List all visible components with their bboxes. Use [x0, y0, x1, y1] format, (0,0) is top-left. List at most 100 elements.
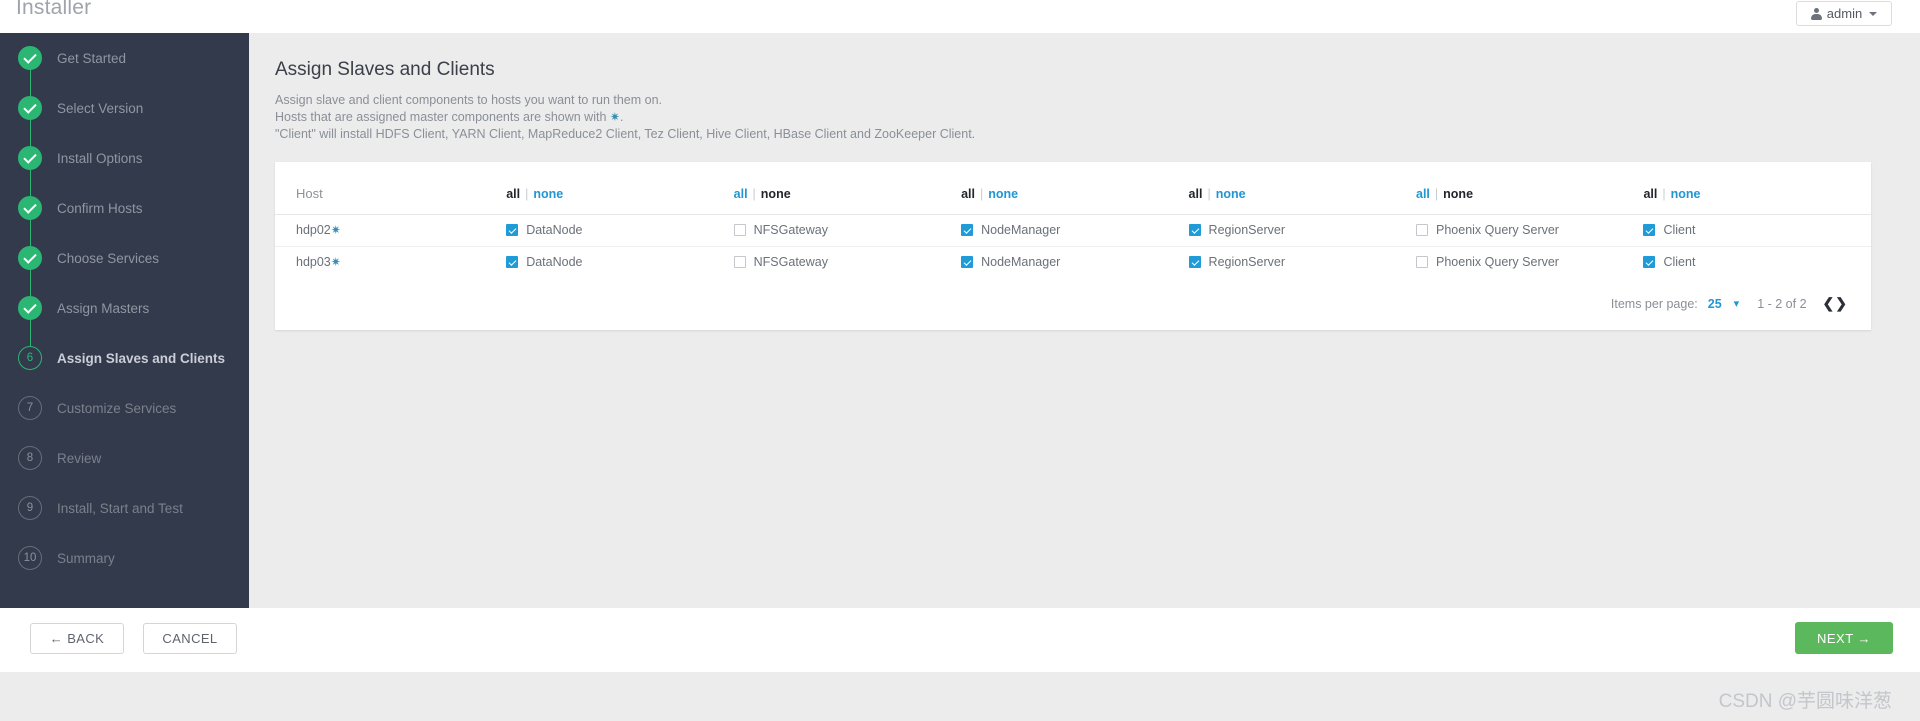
- checkbox-checked-icon[interactable]: [1188, 224, 1201, 236]
- pagination-arrows: ❮ ❯: [1823, 295, 1847, 312]
- host-name: hdp03: [296, 255, 331, 269]
- column-header-group: all | none: [1188, 162, 1416, 215]
- sidebar-step-assign-masters[interactable]: Assign Masters: [0, 283, 249, 346]
- sidebar-step-install-start-and-test[interactable]: 9 Install, Start and Test: [0, 483, 249, 533]
- step-number-badge: 7: [18, 396, 42, 420]
- sidebar-step-choose-services[interactable]: Choose Services: [0, 233, 249, 296]
- component-toggle[interactable]: NFSGateway: [733, 255, 961, 269]
- component-toggle[interactable]: RegionServer: [1188, 255, 1416, 269]
- check-glyph: [23, 199, 37, 214]
- step-check-icon: [18, 146, 42, 170]
- select-none-link[interactable]: none: [988, 187, 1018, 201]
- step-connector: [29, 170, 31, 196]
- component-toggle[interactable]: Client: [1643, 223, 1871, 237]
- sidebar-step-customize-services[interactable]: 7 Customize Services: [0, 383, 249, 433]
- component-toggle[interactable]: NFSGateway: [733, 223, 961, 237]
- component-label: DataNode: [526, 255, 583, 269]
- component-cell: DataNode: [506, 214, 733, 246]
- previous-page-icon[interactable]: ❮: [1823, 295, 1835, 312]
- page-title: Assign Slaves and Clients: [275, 59, 495, 80]
- description-line-1: Assign slave and client components to ho…: [275, 93, 663, 107]
- sidebar-step-install-options[interactable]: Install Options: [0, 133, 249, 196]
- check-glyph: [23, 149, 37, 164]
- chevron-down-icon[interactable]: ▾: [1734, 297, 1740, 310]
- all-none-toggle[interactable]: all | none: [734, 187, 791, 201]
- step-check-icon: [18, 296, 42, 320]
- all-none-toggle[interactable]: all | none: [961, 187, 1018, 201]
- column-header-group: all | none: [1416, 162, 1644, 215]
- sidebar-step-label: Assign Slaves and Clients: [57, 350, 226, 366]
- wizard-sidebar: Get Started Select Version Install Options…: [0, 33, 249, 608]
- sidebar-step-review[interactable]: 8 Review: [0, 433, 249, 483]
- component-toggle[interactable]: NodeManager: [961, 255, 1188, 269]
- check-glyph: [23, 99, 37, 114]
- select-none-link[interactable]: none: [1216, 187, 1246, 201]
- select-all-link[interactable]: all: [1189, 187, 1203, 201]
- component-toggle[interactable]: DataNode: [506, 255, 733, 269]
- step-number-badge: 8: [18, 446, 42, 470]
- check-glyph: [23, 299, 37, 314]
- component-cell: Phoenix Query Server: [1416, 246, 1643, 278]
- select-all-link[interactable]: all: [961, 187, 975, 201]
- component-cell: NFSGateway: [733, 214, 961, 246]
- checkbox-checked-icon[interactable]: [506, 224, 519, 236]
- component-cell: NFSGateway: [733, 246, 961, 278]
- checkbox-unchecked-icon[interactable]: [1416, 256, 1428, 268]
- component-toggle[interactable]: NodeManager: [961, 223, 1188, 237]
- select-all-link[interactable]: all: [1416, 187, 1430, 201]
- cancel-button[interactable]: CANCEL: [143, 623, 237, 654]
- step-number-badge: 10: [18, 546, 42, 570]
- all-none-toggle[interactable]: all | none: [1643, 187, 1700, 201]
- component-cell: NodeManager: [961, 214, 1188, 246]
- next-page-icon[interactable]: ❯: [1835, 295, 1847, 312]
- component-label: RegionServer: [1208, 223, 1285, 237]
- component-toggle[interactable]: Client: [1643, 255, 1871, 269]
- master-marker-icon: ✷: [330, 255, 341, 269]
- all-none-toggle[interactable]: all | none: [1416, 187, 1473, 201]
- component-label: Phoenix Query Server: [1436, 255, 1559, 269]
- master-marker-icon: ✷: [609, 110, 620, 124]
- host-assignment-table: Host all | none all | none all | none all | none…: [275, 162, 1871, 278]
- sidebar-step-confirm-hosts[interactable]: Confirm Hosts: [0, 183, 249, 246]
- component-toggle[interactable]: RegionServer: [1188, 223, 1416, 237]
- host-cell: hdp02✷: [275, 214, 506, 246]
- step-connector: [29, 270, 31, 296]
- checkbox-checked-icon[interactable]: [506, 256, 519, 268]
- all-none-separator: |: [752, 186, 756, 201]
- all-none-toggle[interactable]: all | none: [506, 187, 563, 201]
- select-all-link[interactable]: all: [506, 187, 520, 201]
- checkbox-checked-icon[interactable]: [1643, 224, 1656, 236]
- all-none-toggle[interactable]: all | none: [1189, 187, 1246, 201]
- checkbox-checked-icon[interactable]: [1188, 256, 1201, 268]
- component-toggle[interactable]: Phoenix Query Server: [1416, 255, 1643, 269]
- admin-menu-button[interactable]: admin: [1796, 1, 1892, 26]
- sidebar-step-assign-slaves-and-clients[interactable]: 6 Assign Slaves and Clients: [0, 333, 249, 383]
- pagination-bar: Items per page: 25 ▾ 1 - 2 of 2 ❮ ❯: [275, 278, 1871, 330]
- select-none-link[interactable]: none: [761, 187, 791, 201]
- checkbox-checked-icon[interactable]: [961, 256, 974, 268]
- back-button[interactable]: ← BACK: [30, 623, 124, 654]
- sidebar-step-summary[interactable]: 10 Summary: [0, 533, 249, 583]
- component-label: Client: [1663, 255, 1696, 269]
- items-per-page-label: Items per page:: [1610, 296, 1698, 311]
- next-button[interactable]: NEXT →: [1795, 622, 1893, 654]
- select-none-link[interactable]: none: [1671, 187, 1701, 201]
- checkbox-unchecked-icon[interactable]: [733, 256, 746, 268]
- checkbox-checked-icon[interactable]: [1643, 256, 1656, 268]
- sidebar-step-select-version[interactable]: Select Version: [0, 83, 249, 146]
- select-all-link[interactable]: all: [1643, 187, 1657, 201]
- select-all-link[interactable]: all: [734, 187, 748, 201]
- select-none-link[interactable]: none: [533, 187, 563, 201]
- checkbox-unchecked-icon[interactable]: [733, 224, 746, 236]
- checkbox-unchecked-icon[interactable]: [1416, 224, 1428, 236]
- sidebar-step-label: Install Options: [57, 150, 143, 166]
- checkbox-checked-icon[interactable]: [961, 224, 974, 236]
- component-toggle[interactable]: DataNode: [506, 223, 733, 237]
- step-check-icon: [18, 196, 42, 220]
- select-none-link[interactable]: none: [1443, 187, 1473, 201]
- items-per-page-value[interactable]: 25: [1708, 297, 1722, 311]
- description-line-2-post: .: [619, 110, 624, 124]
- component-toggle[interactable]: Phoenix Query Server: [1416, 223, 1643, 237]
- sidebar-step-get-started[interactable]: Get Started: [0, 33, 249, 96]
- check-glyph: [23, 249, 37, 264]
